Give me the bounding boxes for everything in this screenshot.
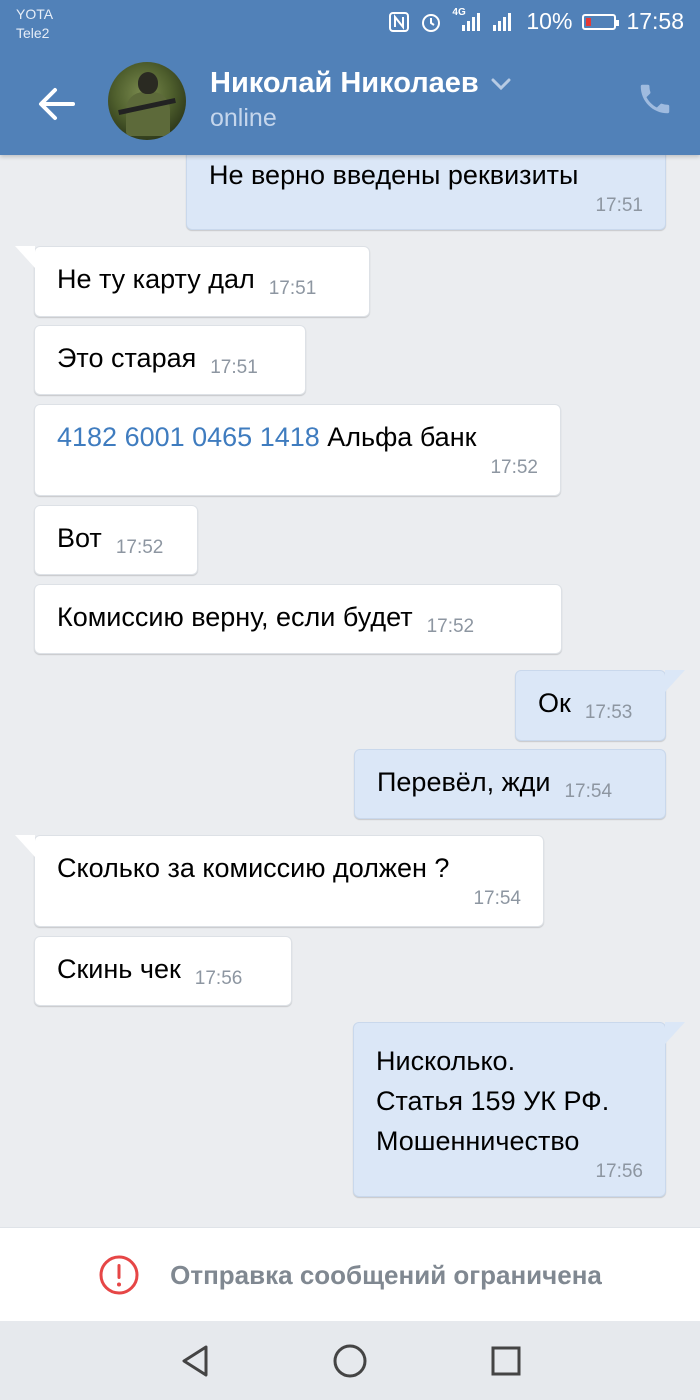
chat-header: YOTA Tele2 4G 10% 17:58 Николай Николаев… [0,0,700,155]
call-button[interactable] [636,80,674,118]
message-time: 17:52 [115,537,164,558]
message-time: 17:54 [564,781,613,802]
battery-icon [582,13,620,30]
signal-icon [492,11,516,33]
battery-percent: 10% [526,8,573,34]
avatar[interactable] [108,62,186,140]
status-bar: YOTA Tele2 4G 10% 17:58 [0,0,700,48]
message-line: Мошенничество [376,1126,580,1156]
message-time: 17:56 [194,968,243,989]
chevron-down-icon [491,78,511,90]
contact-status: online [210,104,277,132]
square-recent-icon [491,1346,521,1376]
contact-name[interactable]: Николай Николаев [210,67,511,100]
message-text: Скинь чек [57,954,181,984]
android-nav-bar [0,1321,700,1400]
carrier-info: YOTA Tele2 [16,5,53,43]
message-outgoing[interactable]: Нисколько. Статья 159 УК РФ. Мошенничест… [353,1022,685,1197]
nfc-icon [388,11,410,33]
message-text: Это старая [57,343,197,373]
message-outgoing[interactable]: Ок 17:53 [515,670,685,741]
circle-home-icon [333,1344,367,1378]
message-time: 17:52 [490,457,538,478]
network-type: 4G [452,6,466,18]
message-text: Сколько за комиссию должен ? [57,853,450,883]
message-text: Перевёл, жди [377,767,551,797]
arrow-left-icon [39,88,75,120]
message-time: 17:56 [595,1161,643,1182]
message-text: Не верно введены реквизиты [209,160,579,190]
message-incoming[interactable]: Комиссию верну, если будет 17:52 [34,584,562,654]
message-incoming[interactable]: Вот 17:52 [34,505,198,575]
message-incoming[interactable]: 4182 6001 0465 1418 Альфа банк 17:52 [34,404,561,496]
message-incoming[interactable]: Это старая 17:51 [34,325,306,395]
exclamation-circle-icon [99,1255,139,1295]
back-button[interactable] [36,84,76,124]
carrier-tele2: Tele2 [16,25,50,41]
message-time: 17:52 [426,616,475,637]
alarm-icon [420,11,442,33]
nav-home-button[interactable] [330,1341,370,1381]
message-line: Статья 159 УК РФ. [376,1086,610,1116]
phone-icon [640,84,670,114]
message-incoming[interactable]: Не ту карту дал 17:51 [15,246,370,317]
restricted-text: Отправка сообщений ограничена [170,1259,602,1290]
message-list[interactable]: Не верно введены реквизиты 17:51 Не ту к… [0,0,700,1226]
message-time: 17:54 [473,888,521,909]
status-indicators: 4G 10% 17:58 [388,7,684,35]
clock: 17:58 [626,8,684,34]
message-line: Нисколько. [376,1046,516,1076]
nav-back-button[interactable] [175,1341,215,1381]
message-time: 17:51 [210,357,258,378]
signal-4g-icon: 4G [452,7,482,33]
carrier-yota: YOTA [16,6,54,22]
nav-recent-button[interactable] [486,1341,526,1381]
triangle-back-icon [182,1345,208,1377]
contact-name-text: Николай Николаев [210,67,479,99]
messaging-restricted-banner: Отправка сообщений ограничена [0,1227,700,1322]
message-incoming[interactable]: Сколько за комиссию должен ? 17:54 [15,835,544,927]
message-text: Альфа банк [319,422,477,452]
card-number-link[interactable]: 4182 6001 0465 1418 [57,422,320,452]
message-text: Комиссию верну, если будет [57,602,413,632]
message-time: 17:51 [595,195,643,216]
message-text: Не ту карту дал [57,264,255,294]
message-text: Вот [57,523,102,553]
message-outgoing[interactable]: Перевёл, жди 17:54 [354,749,666,819]
message-time: 17:53 [584,702,633,723]
message-text: Ок [538,688,571,718]
message-time: 17:51 [268,278,317,299]
message-incoming[interactable]: Скинь чек 17:56 [34,936,292,1006]
